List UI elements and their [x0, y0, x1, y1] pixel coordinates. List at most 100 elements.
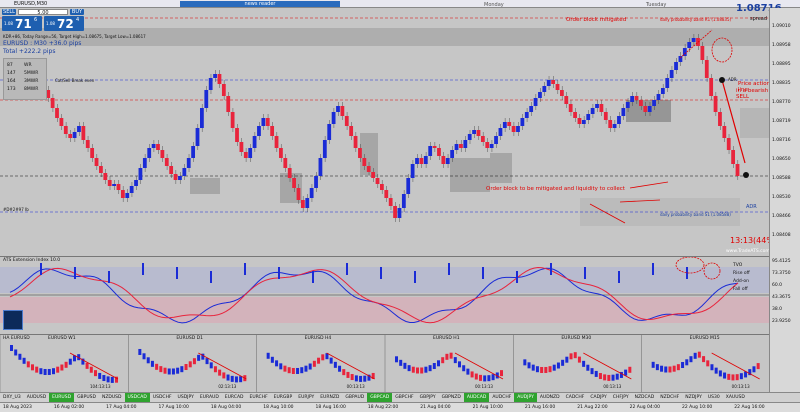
ha-candle: [735, 374, 739, 381]
ha-candle: [213, 366, 217, 373]
time-tick: 18 Aug 2023: [3, 405, 32, 410]
candle-body: [674, 62, 678, 70]
candle-body: [595, 104, 599, 108]
candle-body: [678, 56, 683, 62]
candle-body: [156, 144, 160, 150]
ha-candle: [706, 360, 710, 367]
osc-histogram-bar: [448, 263, 450, 275]
osc-upper-band: [0, 267, 770, 293]
candle-body: [586, 114, 591, 120]
candle-body: [94, 158, 99, 166]
candle-body: [573, 112, 577, 118]
candle-body: [173, 174, 178, 180]
oscillator-tick: 95.4125: [772, 259, 791, 264]
candle-body: [169, 166, 174, 174]
candle-body: [410, 164, 415, 178]
ha-candle: [188, 361, 192, 368]
website-label: www.TradeATS.com: [726, 249, 770, 254]
order-block-zone: [450, 158, 490, 192]
candle-body: [423, 156, 428, 164]
candle-body: [81, 126, 86, 140]
ha-candle: [296, 367, 300, 374]
ha-candle: [283, 365, 287, 372]
sell-price-box[interactable]: 1.08 71 6: [2, 16, 42, 31]
ha-candle: [441, 357, 445, 364]
candle-body: [459, 144, 463, 148]
candle-body: [300, 200, 305, 208]
ha-candle: [22, 357, 26, 364]
candle-body: [248, 148, 253, 158]
candle-body: [340, 106, 345, 116]
ha-candle: [342, 369, 346, 376]
candle-body: [178, 176, 182, 180]
price-tick: 1.08958: [772, 43, 791, 48]
ha-candle: [312, 360, 316, 367]
candlestick-chart: [0, 17, 770, 226]
oscillator-axis[interactable]: 95.4125 73.3750 60.0 43.3675 38.0 23.9250: [769, 256, 800, 334]
candle-body: [371, 172, 376, 178]
ha-candle: [222, 372, 226, 379]
ha-candle: [14, 349, 18, 356]
ha-candle: [531, 364, 535, 371]
candle-body: [77, 126, 81, 132]
candle-body: [235, 128, 239, 142]
candle-body: [656, 94, 661, 100]
news-reader-button[interactable]: news reader: [180, 1, 340, 7]
candle-body: [265, 118, 270, 126]
price-axis[interactable]: 1.09010 1.08958 1.08895 1.08835 1.08770 1.087…: [769, 8, 800, 256]
candle-body: [441, 156, 446, 164]
ha-candle: [491, 374, 495, 381]
candle-body: [401, 194, 406, 208]
candle-body: [687, 42, 692, 48]
lot-size-input[interactable]: 5.00: [18, 9, 68, 16]
candle-body: [538, 92, 542, 98]
window-title: EURUSD,M30: [14, 1, 48, 7]
ha-candle: [407, 365, 411, 372]
buy-button[interactable]: BUY: [70, 9, 84, 15]
wr-label: 3MWR: [24, 79, 39, 84]
ha-candle: [723, 372, 727, 379]
ha-chart-title: EURUSD D1: [176, 336, 203, 341]
main-chart[interactable]: [0, 8, 770, 256]
candle-body: [520, 118, 525, 126]
candle-body: [507, 122, 512, 126]
ha-candle: [205, 358, 209, 365]
sell-button[interactable]: SELL: [2, 9, 16, 15]
ha-candle: [416, 367, 419, 374]
candle-body: [454, 144, 459, 150]
oscillator-panel[interactable]: [0, 256, 770, 335]
candle-body: [726, 138, 731, 150]
buy-price-box[interactable]: 1.08 72 4: [44, 16, 84, 31]
ha-candle: [192, 358, 196, 365]
wr-value: 164: [7, 79, 16, 84]
candle-body: [463, 140, 468, 148]
wr-value: 173: [7, 87, 16, 92]
candle-body: [358, 148, 362, 158]
candle-body: [665, 78, 670, 88]
candle-body: [195, 128, 200, 146]
ha-candle: [628, 366, 632, 373]
osc-histogram-bar: [584, 267, 586, 279]
ha-panel[interactable]: [0, 334, 770, 393]
ha-candle: [660, 365, 664, 372]
candle-body: [138, 168, 143, 180]
candle-body: [625, 102, 630, 108]
ha-candle: [607, 374, 611, 381]
candle-body: [292, 178, 296, 188]
ha-candle: [338, 365, 342, 372]
buy-price-big: 72: [57, 17, 74, 31]
ha-candle: [304, 365, 308, 372]
wr-label: 5MWR: [24, 71, 39, 76]
price-tick: 1.08466: [772, 214, 791, 219]
ha-candle: [470, 371, 474, 378]
ha-candle: [155, 363, 159, 370]
ha-candle: [60, 364, 64, 371]
ha-candle: [239, 376, 243, 383]
price-tick: 1.08719: [772, 119, 791, 124]
candle-body: [261, 118, 266, 126]
time-tick: 22 Aug 04:00: [629, 405, 660, 410]
candle-body: [164, 158, 169, 166]
candle-body: [621, 108, 626, 116]
ha-candle: [98, 372, 102, 379]
candle-body: [336, 106, 340, 112]
